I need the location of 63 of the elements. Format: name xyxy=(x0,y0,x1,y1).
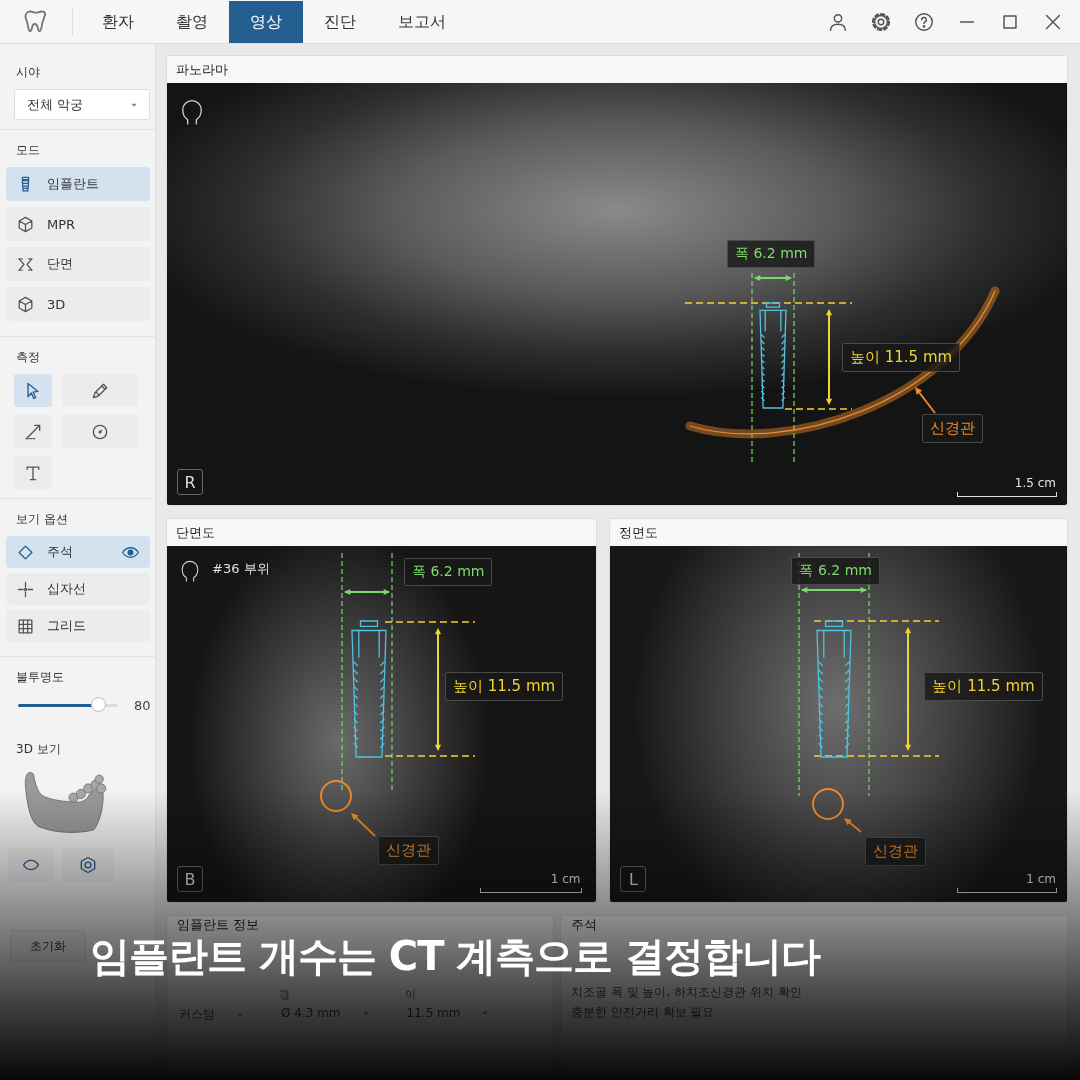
hexagon-icon xyxy=(78,855,98,875)
nav-tab[interactable]: 촬영 xyxy=(155,1,229,43)
height-measurement: 높이 11.5 mm xyxy=(842,343,961,372)
nerve-canal-label: 신경관 xyxy=(378,836,439,865)
cube-icon xyxy=(16,294,35,314)
nerve-canal-circle xyxy=(320,780,352,812)
nerve-canal-label: 신경관 xyxy=(865,837,927,866)
height-measurement: 높이 11.5 mm xyxy=(924,672,1043,701)
diamond-icon xyxy=(16,542,35,562)
orientation-marker: R xyxy=(177,469,203,495)
orientation-marker: L xyxy=(620,866,647,892)
tool-button[interactable] xyxy=(62,374,138,407)
tool-button[interactable] xyxy=(14,415,52,448)
width-arrow xyxy=(754,274,792,282)
cube-icon xyxy=(16,214,35,234)
leader-arrow xyxy=(915,387,936,414)
tool-button[interactable] xyxy=(14,456,52,489)
nav-tab[interactable]: 환자 xyxy=(81,1,155,43)
mode-item[interactable]: MPR xyxy=(6,207,150,241)
tool-button[interactable] xyxy=(62,415,138,448)
help-icon[interactable] xyxy=(912,10,935,33)
caption-text: 임플란트 개수는 CT 계측으로 결정합니다 xyxy=(90,936,821,976)
nerve-canal-label: 신경관 xyxy=(922,414,983,443)
section-label: 시야 xyxy=(16,64,40,81)
nav-tab[interactable]: 영상 xyxy=(229,1,303,43)
nerve-canal-circle xyxy=(812,788,845,820)
width-arrow xyxy=(801,586,868,594)
tool-button[interactable] xyxy=(14,374,52,407)
mode-item[interactable]: 3D xyxy=(6,287,150,321)
slider-value: 80 xyxy=(134,698,151,713)
scale-label: 1.5 cm xyxy=(1014,476,1056,490)
width-measurement: 폭 6.2 mm xyxy=(727,240,816,268)
mode-item[interactable]: 단면 xyxy=(6,247,150,281)
leader-arrow xyxy=(351,813,376,837)
view-option-item[interactable]: 십자선 xyxy=(6,573,150,605)
view-option-item[interactable]: 주석 xyxy=(6,536,150,568)
scale-label: 1 cm xyxy=(1026,872,1056,886)
view-dropdown[interactable]: 전체 악궁 xyxy=(14,89,150,120)
orientation-marker: B xyxy=(177,866,203,892)
view-button[interactable] xyxy=(8,848,54,882)
dropdown-value: 전체 악궁 xyxy=(27,95,84,114)
section-label: 측정 xyxy=(16,349,40,366)
nav-tab[interactable]: 보고서 xyxy=(377,1,467,43)
width-arrow xyxy=(344,588,390,596)
settings-icon[interactable] xyxy=(869,10,892,33)
slider-thumb[interactable] xyxy=(91,697,106,712)
leader-arrow xyxy=(844,818,863,833)
scale-label: 1 cm xyxy=(550,872,581,886)
panel-title: 임플란트 정보 xyxy=(177,917,261,932)
width-measurement: 폭 6.2 mm xyxy=(791,557,880,585)
height-measurement: 높이 11.5 mm xyxy=(445,672,564,701)
panel-title: 주석 xyxy=(571,917,598,932)
width-measurement: 폭 6.2 mm xyxy=(404,558,493,586)
view-option-item[interactable]: 그리드 xyxy=(6,610,150,642)
view-button[interactable] xyxy=(62,848,114,882)
site-label: #36 부위 xyxy=(212,560,270,578)
crosshair-icon xyxy=(16,579,35,599)
section-label: 보기 옵션 xyxy=(16,511,68,528)
section-label: 3D 보기 xyxy=(16,741,61,758)
mode-item[interactable]: 임플란트 xyxy=(6,167,150,201)
nav-tab[interactable]: 진단 xyxy=(303,1,377,43)
section-label: 모드 xyxy=(16,142,40,159)
section-label: 불투명도 xyxy=(16,669,64,686)
